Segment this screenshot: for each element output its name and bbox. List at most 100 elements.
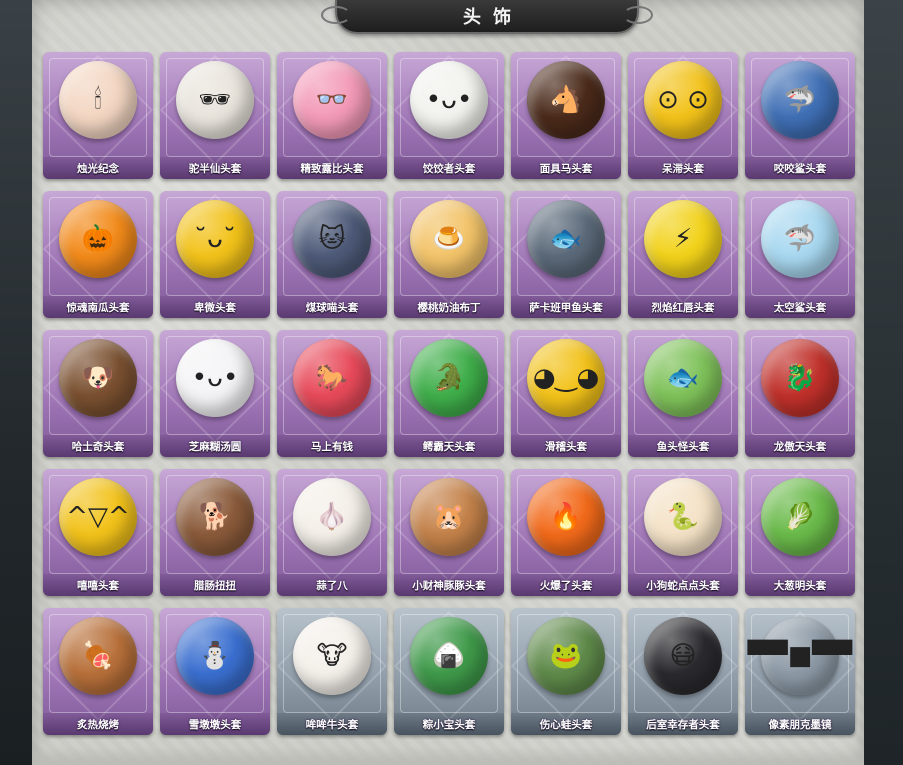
headwear-face-icon: ⚡ (673, 224, 693, 254)
headwear-item[interactable]: 🐉 龙傲天头套 (745, 330, 855, 457)
headwear-face-icon: 🕶 (198, 85, 232, 115)
headwear-name: 炙热烧烤 (77, 718, 119, 731)
headwear-name: 卑微头套 (194, 301, 236, 314)
label-bar: 大葱明头套 (745, 574, 855, 596)
headwear-item[interactable]: 🐮 哞哞牛头套 (277, 608, 387, 735)
headwear-face-icon: 🍮 (432, 224, 466, 254)
label-bar: 粽小宝头套 (394, 713, 504, 735)
headwear-face-icon: 🐱 (318, 224, 346, 254)
headwear-face-icon: •ᴗ• (425, 85, 473, 115)
headwear-name: 太空鲨头套 (773, 301, 827, 314)
headwear-item[interactable]: 🐟 萨卡班甲鱼头套 (511, 191, 621, 318)
label-bar: 烛光纪念 (43, 157, 153, 179)
headwear-item[interactable]: ⚡ 烈焰红唇头套 (628, 191, 738, 318)
headwear-item[interactable]: ⊙ ⊙ 呆滞头套 (628, 52, 738, 179)
headwear-name: 滑稽头套 (545, 440, 587, 453)
headwear-face-icon: ⛄ (198, 641, 232, 671)
headwear-item[interactable]: ^▽^ 嘻嘻头套 (43, 469, 153, 596)
right-background (858, 0, 903, 765)
headwear-name: 小狗蛇点点头套 (646, 579, 720, 592)
headwear-item[interactable]: 👓 精致露比头套 (277, 52, 387, 179)
headwear-name: 烈焰红唇头套 (651, 301, 715, 314)
headwear-face-icon: 🐎 (315, 363, 349, 393)
headwear-item[interactable]: 🐍 小狗蛇点点头套 (628, 469, 738, 596)
headwear-name: 樱桃奶油布丁 (417, 301, 481, 314)
headwear-item[interactable]: 🐸 伤心蛙头套 (511, 608, 621, 735)
headwear-face-icon: 🥬 (783, 502, 817, 532)
headwear-item[interactable]: 🐎 马上有钱 (277, 330, 387, 457)
headwear-face-icon: 🐟 (666, 363, 700, 393)
label-bar: 像素朋克墨镜 (745, 713, 855, 735)
headwear-item[interactable]: 🧄 蒜了八 (277, 469, 387, 596)
label-bar: 小财神豚豚头套 (394, 574, 504, 596)
label-bar: 伤心蛙头套 (511, 713, 621, 735)
label-bar: 樱桃奶油布丁 (394, 296, 504, 318)
headwear-face-icon: 🧄 (315, 502, 349, 532)
headwear-item[interactable]: 🦈 咬咬鲨头套 (745, 52, 855, 179)
headwear-face-icon: 🔥 (549, 502, 583, 532)
label-bar: 龙傲天头套 (745, 435, 855, 457)
headwear-name: 面具马头套 (539, 162, 593, 175)
headwear-item[interactable]: 🍙 粽小宝头套 (394, 608, 504, 735)
headwear-item[interactable]: ▀▀■▀▀ 像素朋克墨镜 (745, 608, 855, 735)
headwear-item[interactable]: 🐶 哈士奇头套 (43, 330, 153, 457)
label-bar: 鳄霸天头套 (394, 435, 504, 457)
headwear-name: 精致露比头套 (300, 162, 364, 175)
headwear-item[interactable]: 🔥 火爆了头套 (511, 469, 621, 596)
headwear-name: 咬咬鲨头套 (773, 162, 827, 175)
headwear-name: 伤心蛙头套 (539, 718, 593, 731)
headwear-item[interactable]: 🐊 鳄霸天头套 (394, 330, 504, 457)
ornament-right-icon (623, 6, 653, 24)
headwear-name: 驼半仙头套 (188, 162, 242, 175)
headwear-item[interactable]: 🕯 烛光纪念 (43, 52, 153, 179)
headwear-item[interactable]: ˘ᴗ˘ 卑微头套 (160, 191, 270, 318)
headwear-item[interactable]: 🍖 炙热烧烤 (43, 608, 153, 735)
headwear-face-icon: 🐊 (432, 363, 466, 393)
headwear-item[interactable]: •ᴗ• 芝麻糊汤圆 (160, 330, 270, 457)
label-bar: 炙热烧烤 (43, 713, 153, 735)
label-bar: 卑微头套 (160, 296, 270, 318)
label-bar: 滑稽头套 (511, 435, 621, 457)
headwear-item[interactable]: 😷 后室幸存者头套 (628, 608, 738, 735)
headwear-name: 惊魂南瓜头套 (66, 301, 130, 314)
headwear-face-icon: 🕯 (94, 85, 102, 115)
headwear-item[interactable]: 🐹 小财神豚豚头套 (394, 469, 504, 596)
label-bar: 面具马头套 (511, 157, 621, 179)
headwear-face-icon: 🐸 (549, 641, 583, 671)
headwear-face-icon: 🦈 (783, 224, 817, 254)
headwear-name: 蒜了八 (316, 579, 348, 592)
headwear-item[interactable]: 🕶 驼半仙头套 (160, 52, 270, 179)
headwear-name: 鳄霸天头套 (422, 440, 476, 453)
headwear-name: 小财神豚豚头套 (412, 579, 486, 592)
headwear-face-icon: 😷 (669, 641, 697, 671)
headwear-item[interactable]: •ᴗ• 饺饺者头套 (394, 52, 504, 179)
headwear-item[interactable]: 🐟 鱼头怪头套 (628, 330, 738, 457)
label-bar: 哞哞牛头套 (277, 713, 387, 735)
label-bar: 饺饺者头套 (394, 157, 504, 179)
label-bar: 精致露比头套 (277, 157, 387, 179)
headwear-item[interactable]: 🍮 樱桃奶油布丁 (394, 191, 504, 318)
headwear-item[interactable]: ◕‿◕ 滑稽头套 (511, 330, 621, 457)
headwear-face-icon: 🐮 (316, 641, 348, 671)
headwear-name: 像素朋克墨镜 (768, 718, 832, 731)
headwear-face-icon: 🐉 (783, 363, 817, 393)
headwear-face-icon: 👓 (315, 85, 349, 115)
headwear-item[interactable]: 🦈 太空鲨头套 (745, 191, 855, 318)
headwear-item[interactable]: ⛄ 雪墩墩头套 (160, 608, 270, 735)
headwear-face-icon: 🍖 (81, 641, 115, 671)
label-bar: 后室幸存者头套 (628, 713, 738, 735)
headwear-face-icon: 🐴 (549, 85, 583, 115)
label-bar: 火爆了头套 (511, 574, 621, 596)
headwear-item[interactable]: 🐕 腊肠扭扭 (160, 469, 270, 596)
label-bar: 太空鲨头套 (745, 296, 855, 318)
headwear-item[interactable]: 🎃 惊魂南瓜头套 (43, 191, 153, 318)
headwear-item[interactable]: 🥬 大葱明头套 (745, 469, 855, 596)
headwear-face-icon: 🎃 (81, 224, 115, 254)
headwear-name: 煤球喵头套 (305, 301, 359, 314)
headwear-face-icon: ˘ᴗ˘ (194, 224, 236, 254)
label-bar: 咬咬鲨头套 (745, 157, 855, 179)
headwear-name: 哞哞牛头套 (305, 718, 359, 731)
headwear-item[interactable]: 🐴 面具马头套 (511, 52, 621, 179)
headwear-item[interactable]: 🐱 煤球喵头套 (277, 191, 387, 318)
label-bar: 鱼头怪头套 (628, 435, 738, 457)
